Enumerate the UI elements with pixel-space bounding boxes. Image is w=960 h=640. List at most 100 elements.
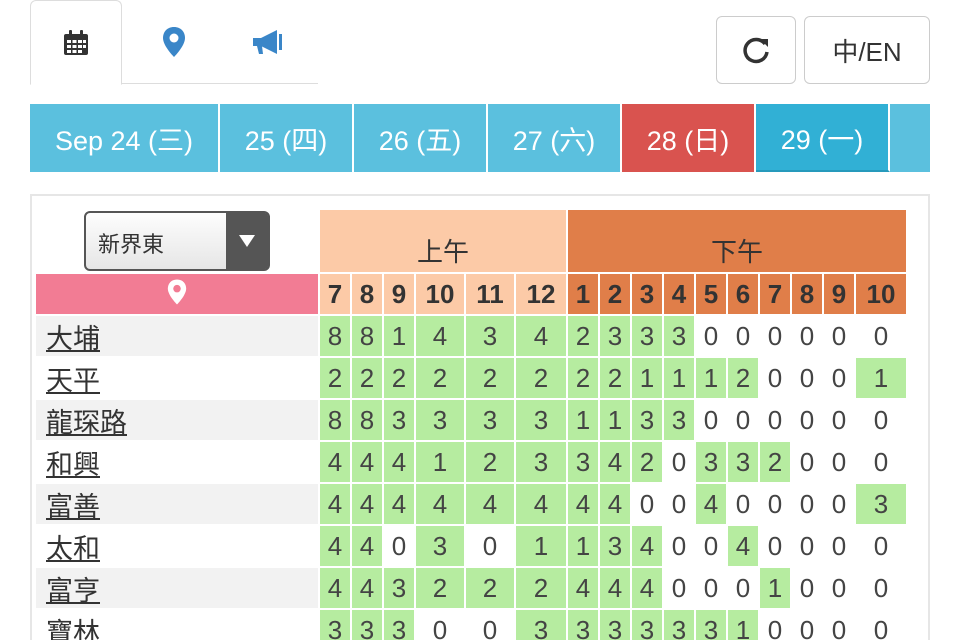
availability-cell: 2 (416, 568, 464, 608)
hour-header-pm: 9 (824, 274, 854, 314)
availability-cell: 3 (352, 610, 382, 640)
availability-cell: 4 (600, 442, 630, 482)
availability-cell: 3 (696, 442, 726, 482)
availability-cell: 4 (696, 484, 726, 524)
availability-cell: 4 (384, 442, 414, 482)
availability-cell: 2 (416, 358, 464, 398)
availability-cell: 0 (792, 484, 822, 524)
availability-cell: 4 (516, 316, 566, 356)
availability-cell: 0 (792, 442, 822, 482)
date-tab[interactable]: 30 (890, 104, 930, 172)
availability-cell: 0 (416, 610, 464, 640)
availability-cell: 0 (728, 316, 758, 356)
bullhorn-icon (253, 30, 282, 54)
location-link[interactable]: 富善 (46, 492, 100, 522)
availability-cell: 3 (416, 526, 464, 566)
table-row: 太和 4 4 0 3 0 1 1 3 4 0 0 4 0 0 0 0 (36, 526, 906, 566)
availability-cell: 4 (352, 526, 382, 566)
location-name-cell: 寶林 (36, 610, 318, 640)
location-name-cell: 龍琛路 (36, 400, 318, 440)
date-tab[interactable]: 26 (五) (354, 104, 488, 172)
availability-cell: 2 (466, 568, 514, 608)
hour-header-am: 12 (516, 274, 566, 314)
date-tab[interactable]: 29 (一) (756, 104, 890, 172)
availability-cell: 3 (600, 610, 630, 640)
refresh-button[interactable] (716, 16, 796, 84)
availability-cell: 3 (664, 610, 694, 640)
date-tab[interactable]: 25 (四) (220, 104, 354, 172)
hour-header-am: 11 (466, 274, 514, 314)
availability-cell: 1 (568, 526, 598, 566)
location-link[interactable]: 大埔 (46, 324, 100, 354)
availability-cell: 1 (760, 568, 790, 608)
availability-cell: 4 (728, 526, 758, 566)
availability-cell: 0 (466, 526, 514, 566)
availability-cell: 0 (664, 484, 694, 524)
availability-cell: 1 (696, 358, 726, 398)
availability-cell: 0 (760, 526, 790, 566)
availability-cell: 0 (856, 316, 906, 356)
location-link[interactable]: 天平 (46, 366, 100, 396)
availability-cell: 2 (728, 358, 758, 398)
calendar-icon (64, 29, 88, 55)
location-name-cell: 富善 (36, 484, 318, 524)
location-header (36, 274, 318, 314)
availability-cell: 4 (320, 526, 350, 566)
region-select-value: 新界東 (98, 232, 165, 257)
region-select[interactable]: 新界東 (84, 211, 270, 271)
availability-cell: 1 (384, 316, 414, 356)
availability-cell: 0 (824, 568, 854, 608)
date-tab[interactable]: Sep 24 (三) (30, 104, 220, 172)
location-link[interactable]: 富亨 (46, 576, 100, 606)
availability-cell: 0 (856, 442, 906, 482)
date-tab[interactable]: 28 (日) (622, 104, 756, 172)
availability-cell: 3 (516, 442, 566, 482)
date-tab[interactable]: 27 (六) (488, 104, 622, 172)
availability-cell: 0 (760, 484, 790, 524)
availability-cell: 4 (352, 442, 382, 482)
availability-cell: 2 (352, 358, 382, 398)
availability-cell: 0 (792, 358, 822, 398)
tab-map[interactable] (128, 0, 220, 84)
availability-cell: 0 (728, 484, 758, 524)
availability-cell: 4 (320, 442, 350, 482)
location-link[interactable]: 龍琛路 (46, 408, 127, 438)
availability-cell: 4 (320, 484, 350, 524)
language-toggle-label: 中/EN (832, 36, 902, 67)
availability-cell: 0 (824, 442, 854, 482)
location-link[interactable]: 和興 (46, 450, 100, 480)
availability-table: 新界東 上午 下午 7 8 9 10 11 12 1 2 3 4 5 6 7 8 9 10 大埔 (34, 208, 908, 640)
location-link[interactable]: 太和 (46, 534, 100, 564)
availability-cell: 0 (824, 526, 854, 566)
table-row: 龍琛路 8 8 3 3 3 3 1 1 3 3 0 0 0 0 0 0 (36, 400, 906, 440)
availability-cell: 2 (466, 358, 514, 398)
availability-cell: 2 (320, 358, 350, 398)
hour-header-am: 8 (352, 274, 382, 314)
availability-cell: 2 (516, 358, 566, 398)
availability-cell: 4 (416, 316, 464, 356)
availability-cell: 3 (696, 610, 726, 640)
availability-cell: 1 (856, 358, 906, 398)
map-marker-icon (167, 279, 187, 304)
availability-cell: 3 (384, 610, 414, 640)
availability-cell: 3 (600, 316, 630, 356)
location-link[interactable]: 寶林 (46, 618, 100, 640)
availability-cell: 0 (792, 400, 822, 440)
language-toggle-button[interactable]: 中/EN (804, 16, 930, 84)
availability-cell: 0 (728, 400, 758, 440)
hour-header-pm: 6 (728, 274, 758, 314)
availability-cell: 1 (632, 358, 662, 398)
availability-cell: 3 (856, 484, 906, 524)
availability-cell: 2 (632, 442, 662, 482)
availability-cell: 4 (632, 568, 662, 608)
availability-cell: 3 (568, 610, 598, 640)
tab-announcements[interactable] (220, 0, 312, 84)
availability-cell: 0 (696, 526, 726, 566)
tab-calendar[interactable] (30, 0, 122, 85)
availability-cell: 4 (320, 568, 350, 608)
hour-header-pm: 3 (632, 274, 662, 314)
hour-header-pm: 10 (856, 274, 906, 314)
availability-cell: 3 (632, 316, 662, 356)
availability-cell: 0 (696, 568, 726, 608)
location-name-cell: 太和 (36, 526, 318, 566)
